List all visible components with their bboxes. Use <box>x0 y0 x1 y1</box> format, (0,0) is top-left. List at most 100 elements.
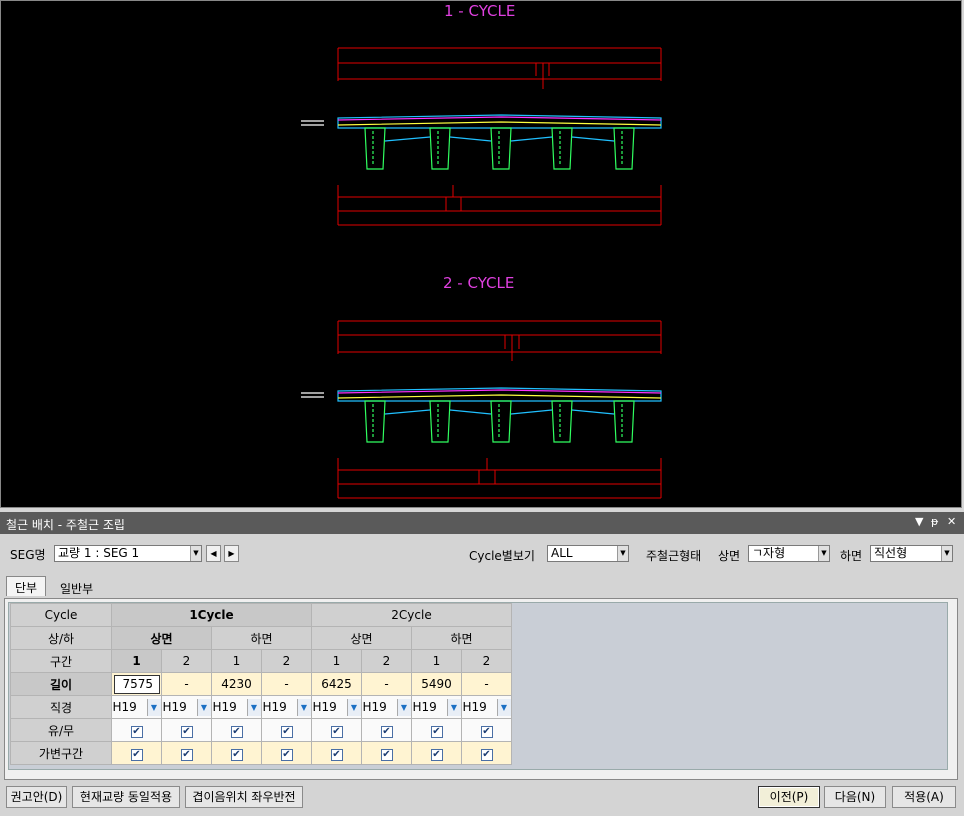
variable-checkbox[interactable]: ✔ <box>380 748 393 761</box>
section-row: 구간 1 2 1 2 1 2 1 2 <box>10 649 512 673</box>
diameter-cell[interactable]: H19 ▼ <box>161 695 212 719</box>
cycle1-top-dimensions <box>337 47 662 89</box>
exists-checkbox[interactable]: ✔ <box>130 725 143 738</box>
pin-icon[interactable]: ᵽ <box>931 515 938 528</box>
cycle-2-header[interactable]: 2Cycle <box>311 603 512 627</box>
length-cell[interactable]: - <box>361 672 412 696</box>
chevron-down-icon: ▼ <box>617 546 628 561</box>
diameter-cell[interactable]: H19 ▼ <box>461 695 512 719</box>
exists-checkbox[interactable]: ✔ <box>230 725 243 738</box>
drawing-canvas[interactable]: 1 - CYCLE 2 - CYCLE <box>0 0 962 508</box>
diameter-value: H19 <box>162 700 187 714</box>
section-header[interactable]: 1 <box>411 649 462 673</box>
row-header-cycle: Cycle <box>10 603 112 627</box>
bottom-face-label: 하면 <box>840 549 863 563</box>
cycle1-title: 1 - CYCLE <box>444 2 516 20</box>
diameter-cell[interactable]: H19 ▼ <box>111 695 162 719</box>
section-header[interactable]: 2 <box>461 649 512 673</box>
diameter-cell[interactable]: H19 ▼ <box>211 695 262 719</box>
length-cell[interactable]: 4230 <box>211 672 262 696</box>
cycle-1-header[interactable]: 1Cycle <box>111 603 312 627</box>
dropdown-icon[interactable]: ▼ <box>915 515 923 528</box>
chevron-down-icon[interactable]: ▼ <box>396 698 411 716</box>
chevron-down-icon: ▼ <box>818 546 829 561</box>
prev-button[interactable]: 이전(P) <box>758 786 820 808</box>
variable-checkbox[interactable]: ✔ <box>180 748 193 761</box>
length-cell[interactable]: 7575 <box>111 672 162 696</box>
row-header-length: 길이 <box>10 672 112 696</box>
face-header[interactable]: 상면 <box>311 626 412 650</box>
next-button[interactable]: 다음(N) <box>824 786 886 808</box>
length-cell[interactable]: - <box>461 672 512 696</box>
diameter-cell[interactable]: H19 ▼ <box>361 695 412 719</box>
chevron-down-icon[interactable]: ▼ <box>296 698 311 716</box>
cycle-view-select[interactable]: ALL ▼ <box>547 545 629 562</box>
diameter-cell[interactable]: H19 ▼ <box>411 695 462 719</box>
seg-select[interactable]: 교량 1 : SEG 1 ▼ <box>54 545 202 562</box>
tab-end[interactable]: 단부 <box>6 576 47 596</box>
variable-checkbox[interactable]: ✔ <box>230 748 243 761</box>
exists-checkbox[interactable]: ✔ <box>380 725 393 738</box>
cycle2-bottom-dimensions <box>337 458 662 499</box>
cycle1-cross-section <box>301 114 662 170</box>
apply-button[interactable]: 적용(A) <box>892 786 956 808</box>
diameter-value: H19 <box>312 700 337 714</box>
prev-seg-button[interactable]: ◀ <box>206 545 221 562</box>
diameter-value: H19 <box>412 700 437 714</box>
exists-checkbox[interactable]: ✔ <box>280 725 293 738</box>
next-seg-button[interactable]: ▶ <box>224 545 239 562</box>
cycle-view-value: ALL <box>551 546 573 560</box>
variable-checkbox[interactable]: ✔ <box>330 748 343 761</box>
length-cell[interactable]: - <box>261 672 312 696</box>
variable-checkbox[interactable]: ✔ <box>430 748 443 761</box>
section-header[interactable]: 1 <box>111 649 162 673</box>
row-header-variable: 가변구간 <box>10 741 112 765</box>
diameter-row: 직경 H19 ▼ H19 ▼ H19 ▼ H19 ▼ H19 ▼ H19 ▼ H19 ▼ H1… <box>10 695 512 719</box>
face-header[interactable]: 상면 <box>111 626 212 650</box>
diameter-cell[interactable]: H19 ▼ <box>311 695 362 719</box>
chevron-down-icon[interactable]: ▼ <box>496 698 511 716</box>
variable-checkbox[interactable]: ✔ <box>280 748 293 761</box>
cycle-row: Cycle 1Cycle 2Cycle <box>10 603 512 627</box>
panel-header: 철근 배치 - 주철근 조립 ▼ ᵽ ✕ <box>0 512 964 534</box>
chevron-down-icon[interactable]: ▼ <box>446 698 461 716</box>
rebar-assembly-panel: 철근 배치 - 주철근 조립 ▼ ᵽ ✕ SEG명 교량 1 : SEG 1 ▼… <box>0 512 964 816</box>
exists-checkbox[interactable]: ✔ <box>180 725 193 738</box>
length-cell[interactable]: - <box>161 672 212 696</box>
section-header[interactable]: 2 <box>361 649 412 673</box>
close-icon[interactable]: ✕ <box>947 515 956 528</box>
variable-checkbox[interactable]: ✔ <box>480 748 493 761</box>
face-header[interactable]: 하면 <box>211 626 312 650</box>
length-cell[interactable]: 5490 <box>411 672 462 696</box>
section-header[interactable]: 2 <box>261 649 312 673</box>
diameter-cell[interactable]: H19 ▼ <box>261 695 312 719</box>
exists-checkbox[interactable]: ✔ <box>480 725 493 738</box>
exists-checkbox[interactable]: ✔ <box>430 725 443 738</box>
chevron-down-icon[interactable]: ▼ <box>146 698 161 716</box>
flip-lap-button[interactable]: 겹이음위치 좌우반전 <box>185 786 303 808</box>
variable-checkbox[interactable]: ✔ <box>130 748 143 761</box>
recommend-button[interactable]: 권고안(D) <box>6 786 67 808</box>
diameter-value: H19 <box>112 700 137 714</box>
section-header[interactable]: 1 <box>211 649 262 673</box>
face-header[interactable]: 하면 <box>411 626 512 650</box>
tab-general[interactable]: 일반부 <box>52 578 101 598</box>
chevron-down-icon[interactable]: ▼ <box>246 698 261 716</box>
length-input[interactable]: 7575 <box>113 674 160 694</box>
seg-select-value: 교량 1 : SEG 1 <box>58 546 140 560</box>
length-cell[interactable]: 6425 <box>311 672 362 696</box>
top-shape-select[interactable]: ㄱ자형 ▼ <box>748 545 830 562</box>
exists-checkbox[interactable]: ✔ <box>330 725 343 738</box>
chevron-down-icon[interactable]: ▼ <box>346 698 361 716</box>
length-row: 길이 7575 - 4230 - 6425 - 5490 - <box>10 672 512 696</box>
face-row: 상/하 상면 하면 상면 하면 <box>10 626 512 650</box>
bottom-shape-value: 직선형 <box>874 546 908 560</box>
chevron-down-icon[interactable]: ▼ <box>196 698 211 716</box>
bottom-shape-select[interactable]: 직선형 ▼ <box>870 545 953 562</box>
same-apply-button[interactable]: 현재교량 동일적용 <box>72 786 180 808</box>
section-header[interactable]: 1 <box>311 649 362 673</box>
top-shape-value: ㄱ자형 <box>752 546 786 560</box>
section-header[interactable]: 2 <box>161 649 212 673</box>
cycle-view-label: Cycle별보기 <box>469 549 535 563</box>
top-face-label: 상면 <box>718 549 741 563</box>
